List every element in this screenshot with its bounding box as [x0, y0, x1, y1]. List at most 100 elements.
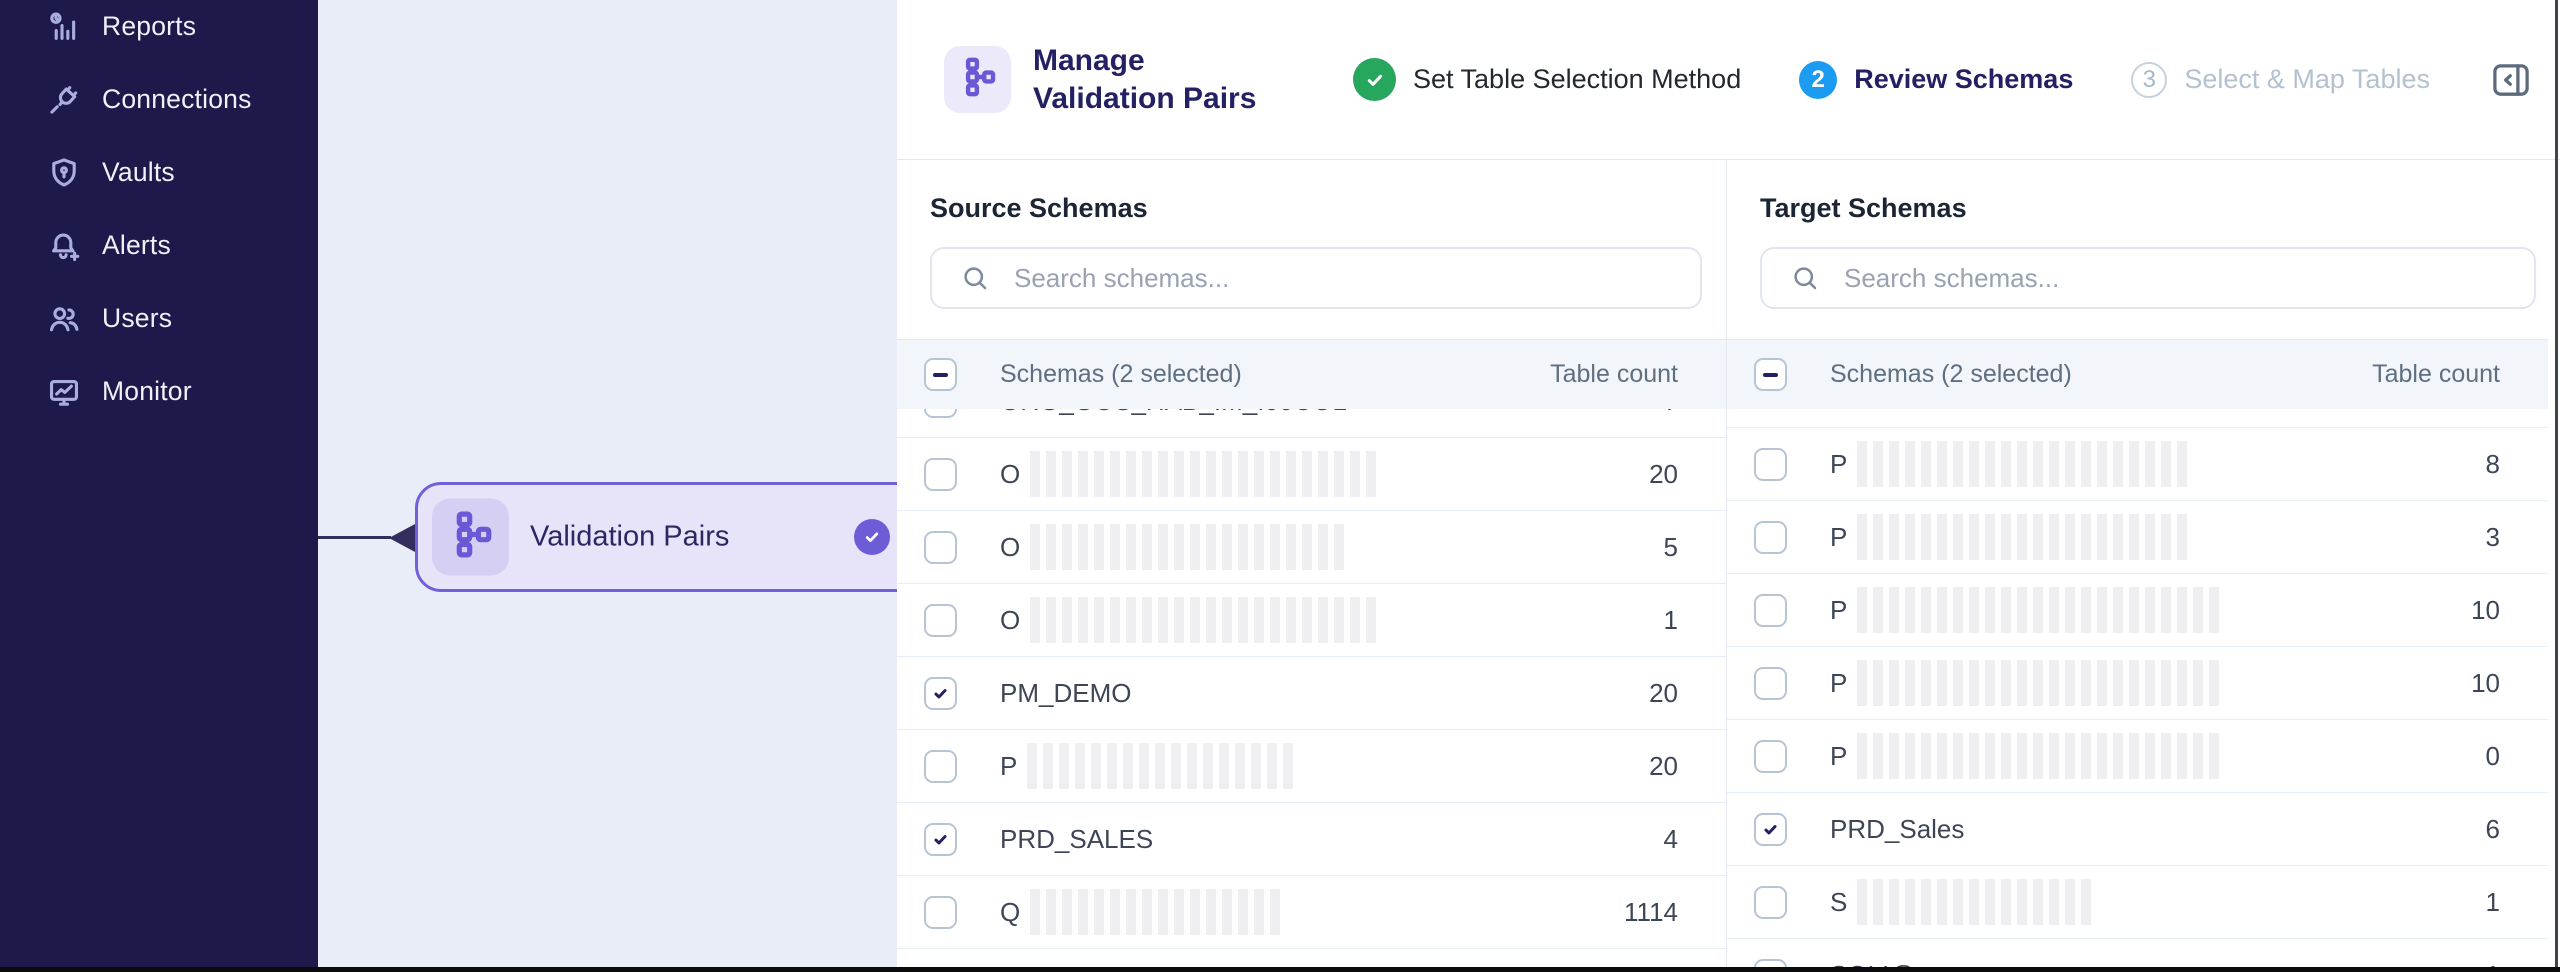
sidebar-item-label: Monitor: [102, 376, 192, 407]
table-row[interactable]: P20: [897, 730, 1726, 803]
flow-canvas[interactable]: Validation Pairs: [318, 0, 897, 972]
edge-arrowhead-icon: [389, 524, 415, 552]
validation-flow-icon: [956, 55, 1000, 104]
sidebar-item-connections[interactable]: Connections: [0, 63, 318, 136]
sidebar-item-label: Reports: [102, 11, 196, 42]
table-count: 1: [2486, 887, 2500, 918]
row-checkbox[interactable]: [924, 409, 957, 418]
schema-name: P: [1830, 449, 1847, 480]
row-checkbox[interactable]: [924, 823, 957, 856]
row-checkbox[interactable]: [1754, 448, 1787, 481]
table-row[interactable]: P0: [1727, 720, 2548, 793]
schema-name: Q: [1000, 897, 1020, 928]
schema-name: P: [1830, 741, 1847, 772]
target-search-input[interactable]: [1842, 262, 2534, 295]
partial-row-sliver: [1727, 409, 2548, 428]
sidebar-item-users[interactable]: Users: [0, 282, 318, 355]
select-all-checkbox[interactable]: [1754, 358, 1787, 391]
step-badge: [1353, 58, 1396, 101]
vaults-icon: [47, 156, 81, 190]
row-checkbox[interactable]: [924, 604, 957, 637]
redacted-schema-name: [1030, 451, 1376, 497]
table-row[interactable]: P10: [1727, 574, 2548, 647]
row-checkbox[interactable]: [924, 896, 957, 929]
window-right-edge: [2555, 0, 2558, 972]
sidebar: Reports ConnectionsVaults Alerts Users Monit…: [0, 0, 318, 972]
table-row[interactable]: O5: [897, 511, 1726, 584]
source-table-header: Schemas (2 selected) Table count: [897, 339, 1726, 409]
table-count: 10: [2471, 595, 2500, 626]
schema-name: S: [1830, 887, 1847, 918]
table-count: 20: [1649, 751, 1678, 782]
select-all-checkbox[interactable]: [924, 358, 957, 391]
source-panel-title: Source Schemas: [930, 193, 1726, 224]
validation-pairs-node[interactable]: Validation Pairs: [415, 482, 897, 592]
schema-name: O: [1000, 605, 1020, 636]
schemas-column-header: Schemas (2 selected): [1830, 360, 2072, 389]
table-row[interactable]: PRD_SALES 4: [897, 803, 1726, 876]
step-label: Review Schemas: [1854, 64, 2073, 95]
flow-node-label: Validation Pairs: [530, 521, 729, 554]
app-window: Reports ConnectionsVaults Alerts Users Monit…: [0, 0, 2560, 972]
table-row[interactable]: P3: [1727, 501, 2548, 574]
table-count: 7: [1664, 409, 1678, 417]
table-row[interactable]: PRD_Sales6: [1727, 793, 2548, 866]
table-row[interactable]: O20: [897, 438, 1726, 511]
search-icon: [960, 263, 990, 293]
alerts-icon: [47, 229, 81, 263]
source-search-box: [930, 247, 1702, 309]
row-checkbox[interactable]: [924, 458, 957, 491]
source-search-input[interactable]: [1012, 262, 1700, 295]
users-icon: [47, 302, 81, 336]
row-checkbox[interactable]: [1754, 740, 1787, 773]
sidebar-item-label: Alerts: [102, 230, 171, 261]
collapse-panel-button[interactable]: [2488, 57, 2534, 103]
wizard-step-3: 3Select & Map Tables: [2131, 62, 2430, 98]
target-search-box: [1760, 247, 2536, 309]
schema-name: PRD_SALES: [1000, 824, 1153, 855]
source-schemas-panel: Source Schemas Schemas (2 selected) Tabl…: [897, 160, 1727, 972]
row-checkbox[interactable]: [1754, 594, 1787, 627]
row-checkbox[interactable]: [1754, 886, 1787, 919]
row-checkbox[interactable]: [924, 677, 957, 710]
redacted-schema-name: [1857, 733, 2219, 779]
panel-header: Manage Validation Pairs Set Table Select…: [897, 0, 2560, 160]
row-checkbox[interactable]: [924, 531, 957, 564]
table-row[interactable]: P8: [1727, 428, 2548, 501]
row-checkbox[interactable]: [1754, 813, 1787, 846]
wizard-steps: Set Table Selection Method 2Review Schema…: [1353, 58, 2488, 101]
table-row[interactable]: P10: [1727, 647, 2548, 720]
wizard-step-1[interactable]: Set Table Selection Method: [1353, 58, 1741, 101]
table-count: 10: [2471, 668, 2500, 699]
sidebar-item-vaults[interactable]: Vaults: [0, 136, 318, 209]
schema-name: PRD_Sales: [1830, 814, 1964, 845]
row-checkbox[interactable]: [1754, 521, 1787, 554]
connections-icon: [47, 83, 81, 117]
schemas-column-header: Schemas (2 selected): [1000, 360, 1242, 389]
schema-columns: Source Schemas Schemas (2 selected) Tabl…: [897, 160, 2560, 972]
step-label: Set Table Selection Method: [1413, 64, 1741, 95]
table-row[interactable]: Q1114: [897, 876, 1726, 949]
table-row[interactable]: PM_DEMO20: [897, 657, 1726, 730]
sidebar-item-alerts[interactable]: Alerts: [0, 209, 318, 282]
main-panel: Manage Validation Pairs Set Table Select…: [897, 0, 2560, 972]
table-row[interactable]: S1: [1727, 866, 2548, 939]
redacted-schema-name: [1857, 514, 2187, 560]
table-count: 4: [1664, 824, 1678, 855]
sidebar-item-label: Users: [102, 303, 172, 334]
table-row[interactable]: ORG_GOS_HAB_IM_I00COL 7: [897, 409, 1726, 438]
sidebar-item-monitor[interactable]: Monitor: [0, 355, 318, 428]
source-table: Schemas (2 selected) Table count ORG_GOS…: [897, 339, 1726, 949]
redacted-schema-name: [1027, 743, 1293, 789]
table-count: 0: [2486, 741, 2500, 772]
table-row[interactable]: O1: [897, 584, 1726, 657]
wizard-step-2[interactable]: 2Review Schemas: [1799, 61, 2073, 99]
schema-name: ORG_GOS_HAB_IM_I00COL: [1000, 409, 1347, 417]
redacted-schema-name: [1030, 889, 1280, 935]
search-icon: [1790, 263, 1820, 293]
sidebar-item-reports[interactable]: Reports: [0, 0, 318, 63]
row-checkbox[interactable]: [1754, 667, 1787, 700]
target-panel-title: Target Schemas: [1760, 193, 2560, 224]
validation-flow-icon: [445, 509, 497, 566]
row-checkbox[interactable]: [924, 750, 957, 783]
